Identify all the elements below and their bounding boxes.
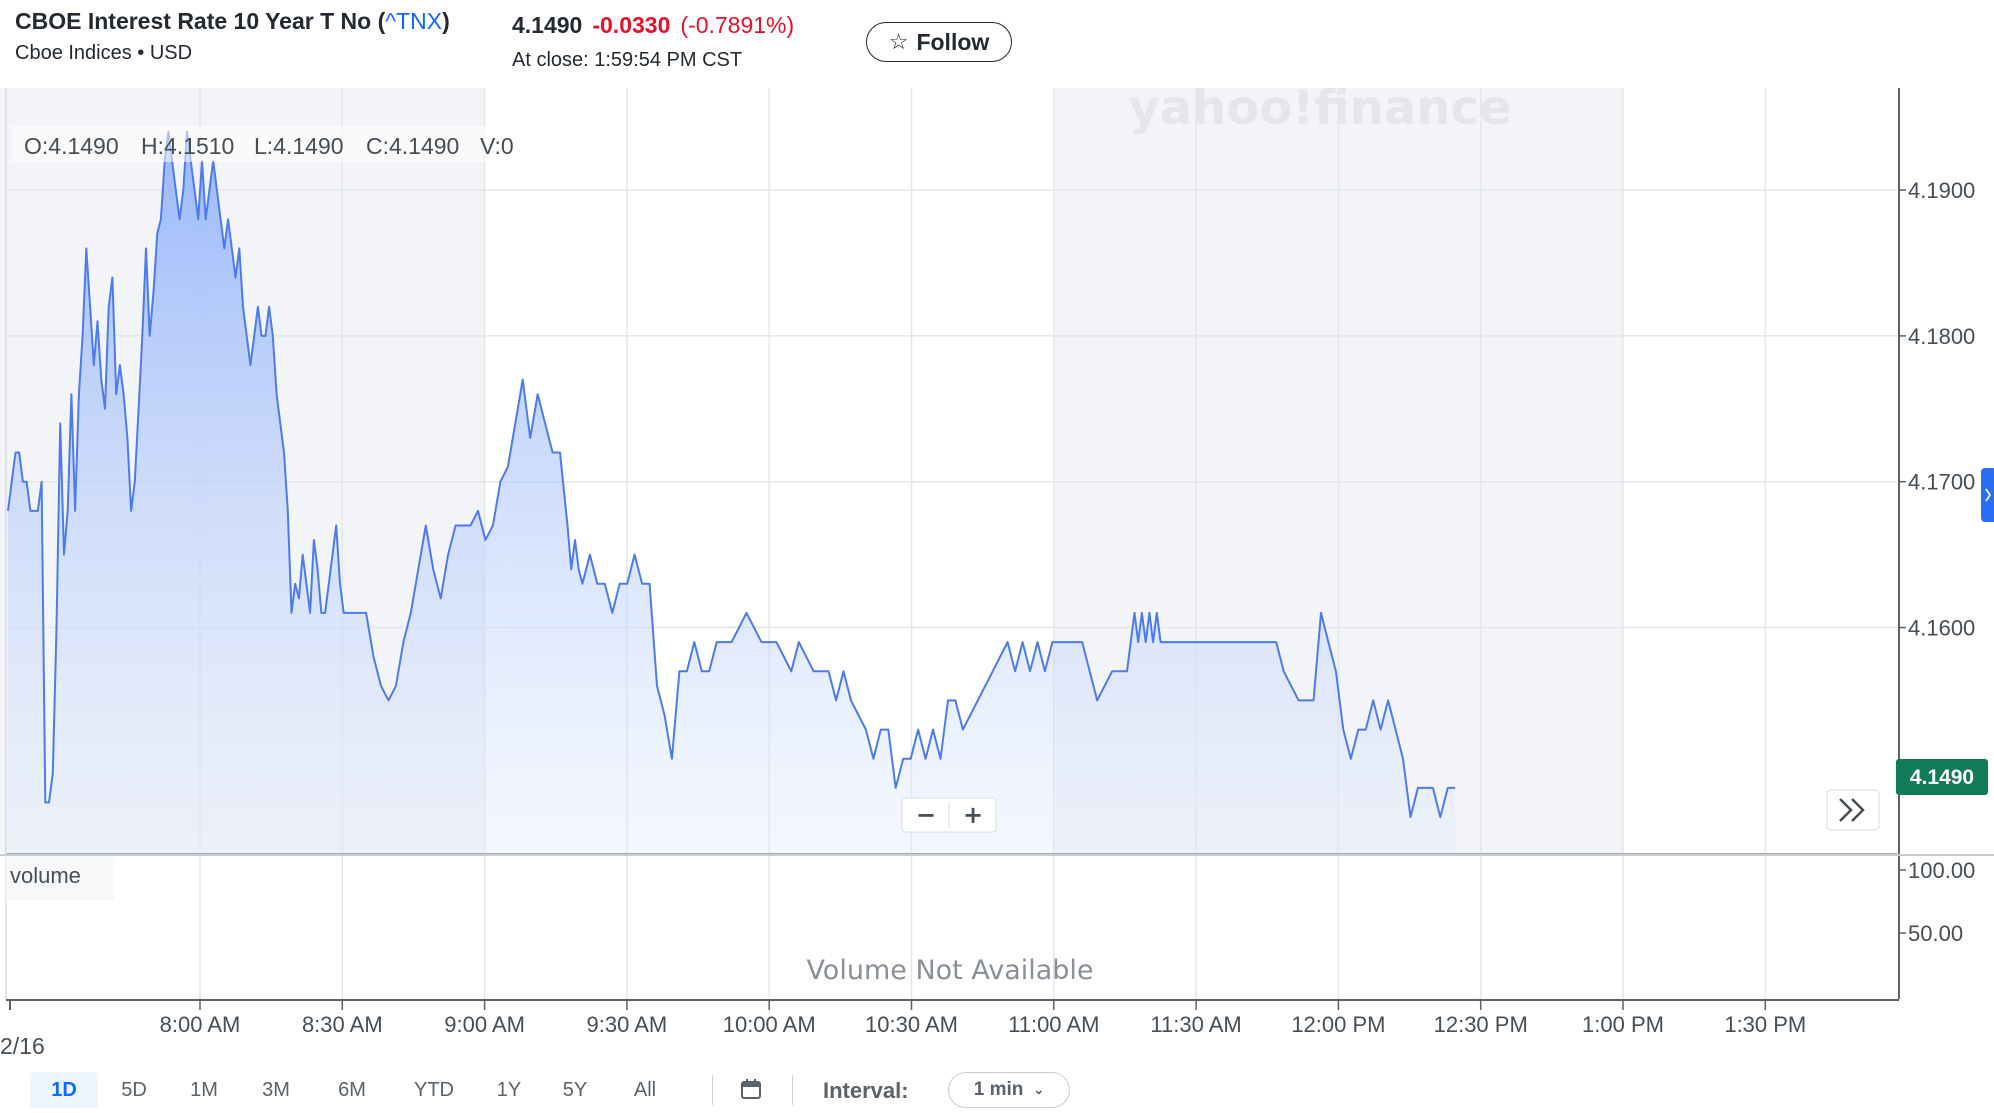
volume-not-available: Volume Not Available — [806, 955, 1093, 986]
last-price: 4.1490 — [512, 12, 583, 38]
volume-axis-ticks: 100.00 50.00 — [1899, 858, 1975, 946]
range-button-1y[interactable]: 1Y — [479, 1072, 539, 1108]
x-tick-label: 10:30 AM — [865, 1012, 958, 1037]
y-tick-label: 4.1800 — [1908, 324, 1975, 349]
x-tick-label: 12:00 PM — [1291, 1012, 1385, 1037]
scroll-to-latest-button[interactable] — [1826, 789, 1880, 831]
y-tick-label: 4.1900 — [1908, 178, 1975, 203]
zoom-out-button[interactable]: − — [916, 801, 936, 829]
x-tick-label: 12:30 PM — [1434, 1012, 1528, 1037]
yahoo-finance-watermark: yahoo!finance — [1128, 88, 1511, 136]
last-price-tag-label: 4.1490 — [1910, 766, 1974, 789]
interval-value: 1 min — [973, 1079, 1024, 1100]
x-axis-date-label: 2/16 — [0, 1033, 45, 1059]
separator — [712, 1075, 713, 1105]
y-tick-label: 4.1700 — [1908, 470, 1975, 495]
quote-price-block: 4.1490 -0.0330 (-0.7891%) — [512, 12, 794, 39]
range-selector-bar: 1D 5D 1M 3M 6M YTD 1Y 5Y All Interval: 1 min ⌄ — [0, 1065, 1994, 1113]
price-chart[interactable]: yahoo!finance 4.1900 4.1800 4.1700 4.1600 O… — [0, 88, 1994, 1065]
exchange-currency: Cboe Indices • USD — [15, 42, 193, 64]
price-change: -0.0330 — [592, 12, 671, 38]
ohlc-low: L:4.1490 — [254, 133, 344, 159]
ohlc-close: C:4.1490 — [366, 133, 459, 159]
follow-label: Follow — [916, 28, 990, 55]
range-button-1m[interactable]: 1M — [176, 1072, 232, 1108]
star-icon: ☆ — [888, 29, 909, 54]
range-button-3m[interactable]: 3M — [246, 1072, 306, 1108]
chevron-down-icon: ⌄ — [1033, 1082, 1045, 1097]
range-button-all[interactable]: All — [617, 1072, 673, 1108]
ohlc-volume: V:0 — [480, 133, 514, 159]
range-button-5d[interactable]: 5D — [106, 1072, 162, 1108]
x-tick-label: 1:00 PM — [1582, 1012, 1664, 1037]
x-tick-label: 9:00 AM — [444, 1012, 525, 1037]
x-axis-ticks: 8:00 AM 8:30 AM 9:00 AM 9:30 AM 10:00 AM 10:3… — [160, 1000, 1806, 1037]
side-panel-toggle[interactable] — [1981, 468, 1994, 522]
range-button-5y[interactable]: 5Y — [547, 1072, 603, 1108]
last-price-tag: 4.1490 — [1896, 759, 1988, 795]
ticker-link[interactable]: ^TNX — [385, 8, 442, 34]
range-button-1d[interactable]: 1D — [30, 1072, 98, 1108]
zoom-in-button[interactable]: + — [963, 801, 983, 829]
calendar-icon[interactable] — [740, 1078, 762, 1100]
interval-select[interactable]: 1 min ⌄ — [948, 1072, 1070, 1108]
ohlc-open: O:4.1490 — [24, 133, 119, 159]
follow-button[interactable]: ☆ Follow — [866, 22, 1012, 62]
volume-tick-label: 50.00 — [1908, 921, 1963, 946]
x-tick-label: 11:30 AM — [1150, 1012, 1241, 1037]
y-tick-label: 4.1600 — [1908, 616, 1975, 641]
x-tick-label: 9:30 AM — [587, 1012, 668, 1037]
x-tick-label: 8:30 AM — [302, 1012, 383, 1037]
separator — [792, 1075, 793, 1105]
price-change-percent: (-0.7891%) — [680, 12, 795, 38]
x-tick-label: 1:30 PM — [1724, 1012, 1806, 1037]
interval-label: Interval: — [823, 1078, 909, 1103]
range-button-ytd[interactable]: YTD — [399, 1072, 469, 1108]
volume-pane-label: volume — [10, 863, 81, 888]
ohlc-readout: O:4.1490 H:4.1510 L:4.1490 C:4.1490 V:0 — [12, 126, 520, 162]
ohlc-high: H:4.1510 — [141, 133, 234, 159]
market-close-time: At close: 1:59:54 PM CST — [512, 49, 743, 71]
x-tick-label: 8:00 AM — [160, 1012, 241, 1037]
range-button-6m[interactable]: 6M — [320, 1072, 384, 1108]
x-tick-label: 10:00 AM — [723, 1012, 816, 1037]
x-tick-label: 11:00 AM — [1008, 1012, 1099, 1037]
quote-header: CBOE Interest Rate 10 Year T No (^TNX) C… — [0, 0, 1994, 89]
symbol-title: CBOE Interest Rate 10 Year T No (^TNX) — [15, 8, 450, 34]
volume-tick-label: 100.00 — [1908, 858, 1975, 883]
zoom-controls: − + — [901, 797, 997, 833]
